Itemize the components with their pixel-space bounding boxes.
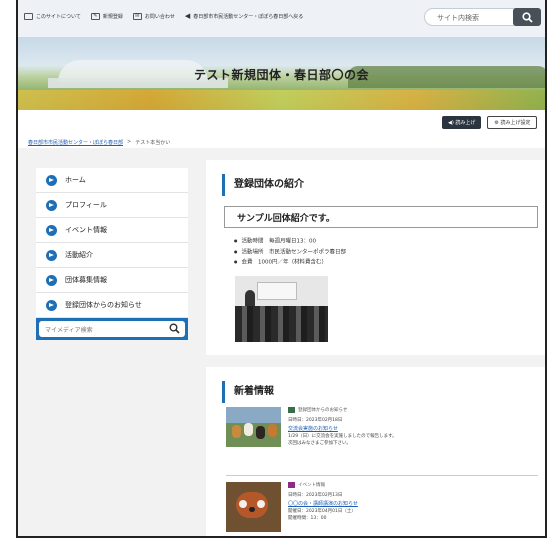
my-media-search-placeholder: マイメディア検索 [45,327,93,334]
sidebar-item-label: イベント情報 [65,226,107,234]
news-panel: 新着情報 登録団体からのお知らせ 日時日：2023年02月18日 交流会実施のお… [206,367,545,536]
back-to-center-label: 春日部市市民活動センター・ぽぽら春日部へ戻る [193,13,304,20]
search-icon[interactable] [169,323,180,334]
section-heading: 登録団体の紹介 [222,174,304,196]
category-color-swatch [288,407,295,413]
breadcrumb-current: テスト本当かい [135,140,171,146]
hero-flower-field [18,90,545,110]
breadcrumb: 春日部市市民活動センター・ぽぽら春日部 > テスト本当かい [28,139,170,146]
news-thumbnail[interactable] [226,407,281,447]
activity-photo [235,276,328,342]
news-title-link[interactable]: 〇〇の会・講師講演のお知らせ [288,500,358,507]
my-media-search-input[interactable]: マイメディア検索 [39,321,185,337]
news-title-link[interactable]: 交流会実施のお知らせ [288,425,338,432]
my-media-search: マイメディア検索 [36,318,188,340]
red-panda-face [236,492,268,518]
edit-icon: ✎ [90,12,100,20]
arrow-circle-icon [46,299,57,311]
face-marking [239,500,247,508]
news-item[interactable]: イベント情報 日時日：2023年02月13日 〇〇の会・講師講演のお知らせ 開催… [226,475,538,536]
arrow-circle-icon [46,199,57,211]
arrow-circle-icon [46,174,57,186]
news-excerpt-line: 開催日：2023年04月01日（土） [288,509,356,514]
sidebar-item-events[interactable]: イベント情報 [36,218,188,243]
list-item: 活動時間 毎週月曜日13：00 [234,236,346,247]
list-item: 会費 1000円／年（材料費含む） [234,257,346,268]
dog-shape [232,425,241,438]
read-aloud-settings-button[interactable]: ⚙ 読み上げ設定 [487,116,538,129]
activity-details-list: 活動時間 毎週月曜日13：00 活動場所 市民活動センターポポラ春日部 会費 1… [234,236,347,268]
news-excerpt-line: 1/29（日）に交流会を実施しましたので報告します。 [288,434,397,439]
back-to-center-link[interactable]: ◀ 春日部市市民活動センター・ぽぽら春日部へ戻る [185,12,303,20]
sidebar-item-label: プロフィール [65,201,107,209]
group-intro-panel: 登録団体の紹介 サンプル回体紹介です。 活動時間 毎週月曜日13：00 活動場所… [206,160,545,355]
browser-viewport: このサイトについて ✎ 新規登録 ✉ お問い合わせ ◀ 春日部市市民活動センター… [16,0,547,538]
breadcrumb-home-link[interactable]: 春日部市市民活動センター・ぽぽら春日部 [28,139,123,146]
utility-bar: このサイトについて ✎ 新規登録 ✉ お問い合わせ ◀ 春日部市市民活動センター… [18,0,545,38]
mail-icon: ✉ [132,12,142,20]
arrow-circle-icon [46,224,57,236]
sidebar-item-home[interactable]: ホーム [36,168,188,193]
arrow-circle-icon [46,274,57,286]
about-site-label: このサイトについて [36,13,81,20]
nose-shape [249,507,255,512]
utility-links: このサイトについて ✎ 新規登録 ✉ お問い合わせ ◀ 春日部市市民活動センター… [24,12,303,20]
new-registration-label: 新規登録 [102,13,123,20]
arrow-circle-icon [46,249,57,261]
category-tag: イベント情報 [288,482,325,488]
news-item[interactable]: 登録団体からのお知らせ 日時日：2023年02月18日 交流会実施のお知らせ 1… [226,407,538,469]
sidebar-item-label: ホーム [65,176,86,184]
category-color-swatch [288,482,295,488]
news-thumbnail[interactable] [226,482,281,532]
read-aloud-button[interactable]: ◀) 読み上げ [442,116,482,129]
news-excerpt-line: 開催時間：13：00 [288,516,327,521]
hero-banner: テスト新規団体・春日部〇の会 [18,38,545,110]
sidebar-item-label: 登録団体からのお知らせ [65,301,142,309]
sidebar-item-label: 活動紹介 [65,251,93,259]
news-excerpt-line: 次回はみなさまご参加下さい。 [288,441,351,446]
read-aloud-controls: ◀) 読み上げ ⚙ 読み上げ設定 [442,116,538,129]
dog-shape [244,423,253,436]
sidebar-item-profile[interactable]: プロフィール [36,193,188,218]
breadcrumb-separator: > [127,139,132,145]
sidebar-item-recruitment[interactable]: 団体募集情報 [36,268,188,293]
sidebar-item-activities[interactable]: 活動紹介 [36,243,188,268]
category-tag: 登録団体からのお知らせ [288,407,347,413]
news-date: 日時日：2023年02月13日 [288,493,343,498]
search-icon [521,11,533,23]
window-icon [24,12,33,20]
contact-label: お問い合わせ [144,13,175,20]
section-heading: 新着情報 [222,381,274,403]
sidebar-nav: ホーム プロフィール イベント情報 活動紹介 団体募集情報 登録団体からのお知ら… [36,168,188,340]
about-site-link[interactable]: このサイトについて [24,12,81,20]
dog-shape [268,424,277,437]
news-date: 日時日：2023年02月18日 [288,418,343,423]
dog-shape [256,426,265,439]
photo-audience [235,306,328,342]
category-label: 登録団体からのお知らせ [298,408,348,413]
contact-link[interactable]: ✉ お問い合わせ [132,12,175,20]
sidebar-item-label: 団体募集情報 [65,276,107,284]
face-marking [257,500,265,508]
category-label: イベント情報 [298,483,325,488]
back-arrow-icon: ◀ [184,12,191,20]
sidebar-item-notices[interactable]: 登録団体からのお知らせ [36,293,188,318]
photo-screen [257,282,297,300]
news-excerpt: 1/29（日）に交流会を実施しましたので報告します。 次回はみなさまご参加下さい… [288,433,397,447]
list-item: 活動場所 市民活動センターポポラ春日部 [234,247,347,258]
site-search-button[interactable] [513,8,541,26]
site-title: テスト新規団体・春日部〇の会 [193,68,369,82]
intro-box: サンプル回体紹介です。 [224,206,538,228]
new-registration-link[interactable]: ✎ 新規登録 [90,12,123,20]
news-excerpt: 開催日：2023年04月01日（土） 開催時間：13：00 [288,508,356,522]
